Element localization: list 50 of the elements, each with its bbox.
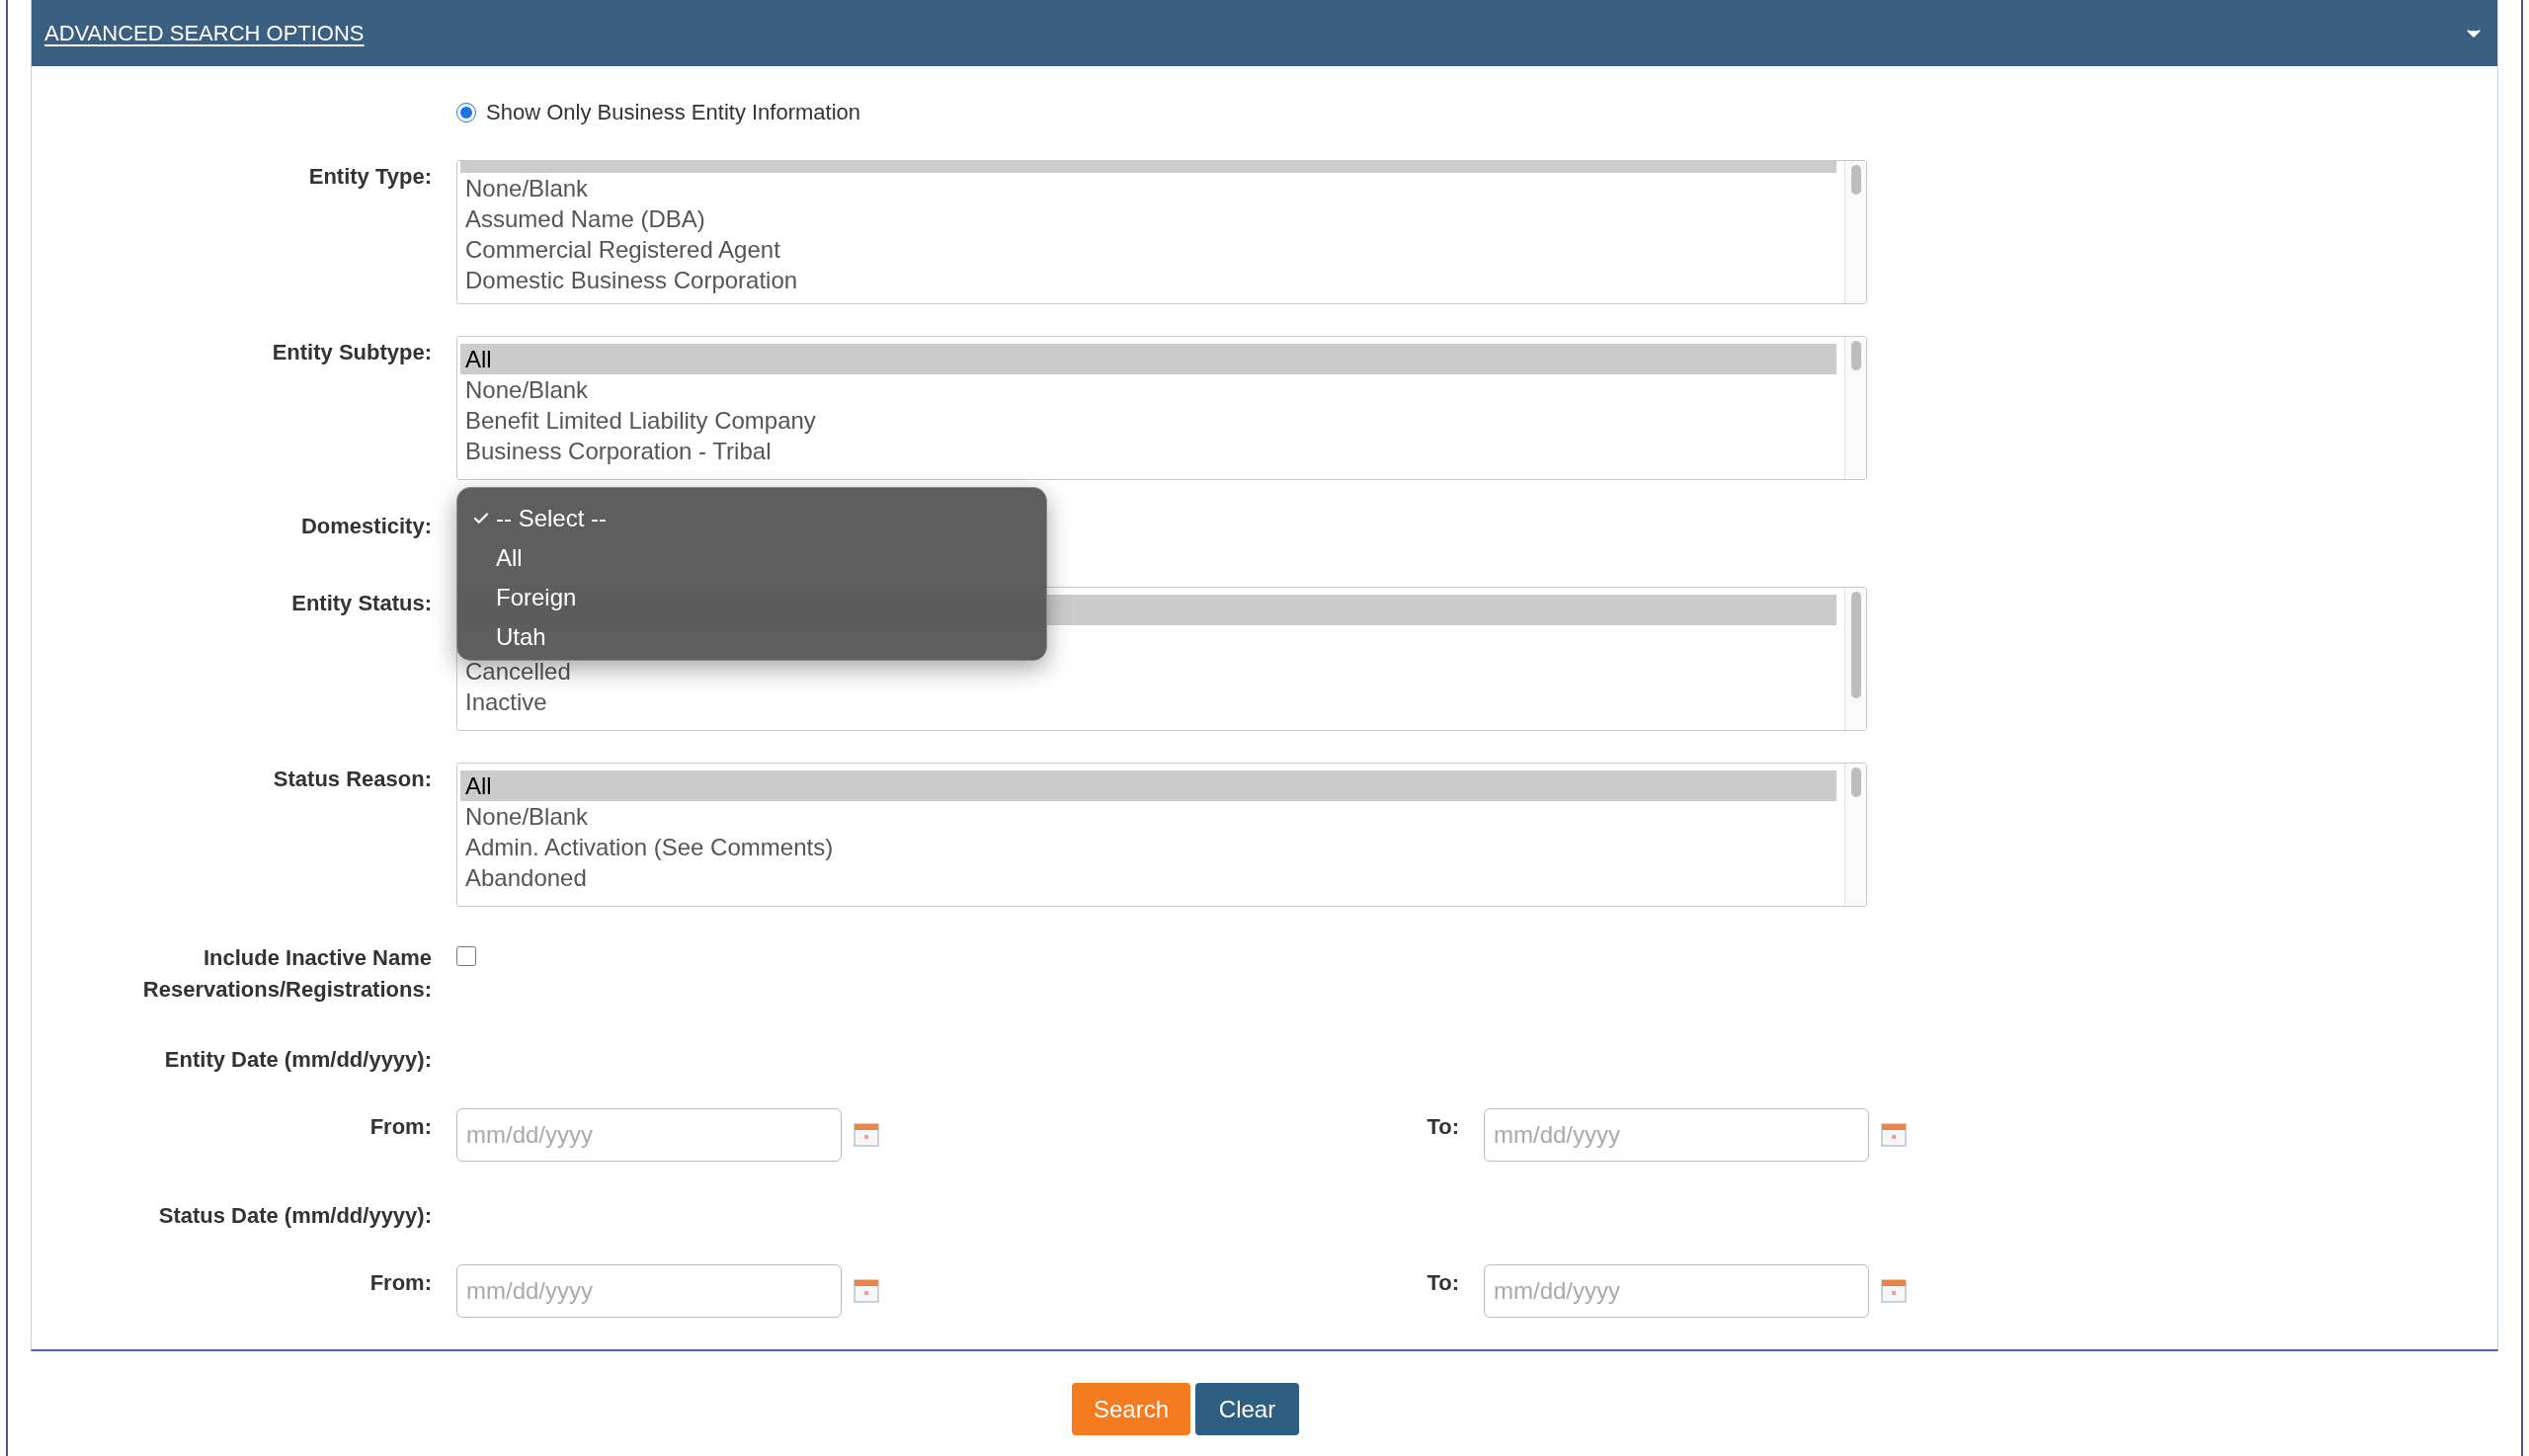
field-label: Entity Subtype:	[271, 339, 432, 366]
list-option[interactable]: Cancelled	[460, 656, 1836, 687]
panel-title[interactable]: ADVANCED SEARCH OPTIONS	[44, 17, 365, 49]
field-label: Entity Date (mm/dd/yyyy):	[163, 1046, 432, 1074]
list-option[interactable]: None/Blank	[460, 801, 1836, 832]
field-label: To:	[1427, 1269, 1459, 1297]
scrollbar-thumb[interactable]	[1850, 592, 1861, 698]
field-label: Domesticity:	[299, 513, 432, 540]
list-option[interactable]: Commercial Registered Agent	[460, 234, 1836, 265]
scrollbar-thumb[interactable]	[1850, 165, 1861, 195]
field-label: Status Date (mm/dd/yyyy):	[157, 1202, 432, 1230]
field-label: Status Reason:	[272, 766, 432, 793]
list-option[interactable]: None/Blank	[460, 173, 1836, 203]
list-option[interactable]: Domestic Business Corporation	[460, 265, 1836, 295]
clear-button[interactable]: Clear	[1195, 1383, 1299, 1435]
list-option[interactable]: All	[460, 770, 1836, 801]
list-option[interactable]: Assumed Name (DBA)	[460, 203, 1836, 234]
field-label: From:	[369, 1269, 432, 1297]
date-input[interactable]: mm/dd/yyyy	[456, 1108, 842, 1162]
scrollbar-thumb[interactable]	[1850, 768, 1861, 797]
field-label: Entity Status:	[290, 590, 432, 617]
date-input[interactable]: mm/dd/yyyy	[1484, 1264, 1869, 1318]
list-option[interactable]: Business Corporation - Tribal	[460, 436, 1836, 466]
calendar-icon[interactable]	[1881, 1123, 1907, 1147]
list-option[interactable]: None/Blank	[460, 374, 1836, 405]
radio-label[interactable]: Show Only Business Entity Information	[486, 96, 861, 128]
date-input[interactable]: mm/dd/yyyy	[1484, 1108, 1869, 1162]
list-option[interactable]: Admin. Activation (See Comments)	[460, 832, 1836, 862]
dropdown-option[interactable]: Utah	[457, 617, 1046, 657]
calendar-icon[interactable]	[854, 1123, 879, 1147]
calendar-icon[interactable]	[1881, 1279, 1907, 1303]
dropdown-option[interactable]: All	[457, 538, 1046, 578]
list-box[interactable]: None/Blank Assumed Name (DBA) Commercial Registered Agent Domestic Business Corporation	[456, 160, 1867, 304]
list-box[interactable]: All None/Blank Admin. Activation (See Comments) Abandoned	[456, 763, 1867, 907]
date-input[interactable]: mm/dd/yyyy	[456, 1264, 842, 1318]
dropdown-option[interactable]: -- Select --	[457, 499, 1046, 538]
calendar-icon[interactable]	[854, 1279, 879, 1303]
field-label: Include Inactive Name Reservations/Registrations:	[141, 944, 432, 1004]
scrollbar-thumb[interactable]	[1850, 341, 1861, 370]
list-option[interactable]: Abandoned	[460, 862, 1836, 893]
list-box[interactable]: All None/Blank Benefit Limited Liability Company Business Corporation - Tribal	[456, 336, 1867, 480]
list-option[interactable]: Benefit Limited Liability Company	[460, 405, 1836, 436]
checkbox[interactable]	[456, 946, 476, 966]
radio-button[interactable]	[456, 102, 476, 122]
field-label: Entity Type:	[307, 163, 432, 191]
field-label: From:	[369, 1113, 432, 1141]
field-label: To:	[1427, 1113, 1459, 1141]
list-option[interactable]: All	[460, 344, 1836, 374]
panel-header[interactable]: ADVANCED SEARCH OPTIONS	[32, 0, 2497, 66]
list-option[interactable]: Inactive	[460, 687, 1836, 717]
